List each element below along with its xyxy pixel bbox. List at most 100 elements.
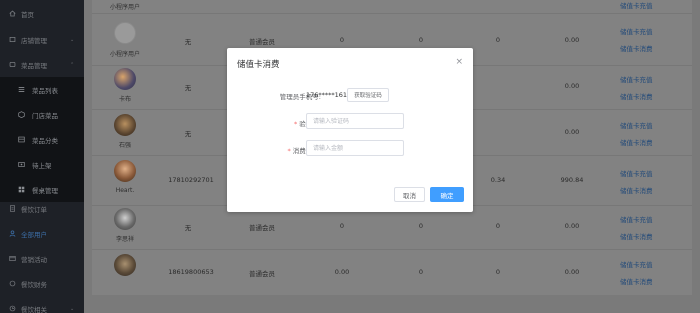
user-name: Heart. <box>115 187 135 194</box>
table-row: 李思祥 无 普通会员 0 0 0 0.00 储值卡充值 储值卡消费 <box>92 206 692 250</box>
admin-phone-value: 176*****1615 <box>306 91 352 99</box>
cell-value: 0 <box>418 222 424 230</box>
nav-pending-shelf[interactable]: 待上架 <box>0 152 84 177</box>
cell-value: 0 <box>495 222 501 230</box>
verification-code-input[interactable] <box>306 113 404 129</box>
required-mark: * <box>294 120 298 128</box>
cell-value: 0.00 <box>564 128 580 136</box>
consume-link[interactable]: 储值卡消费 <box>620 43 653 53</box>
get-code-button[interactable]: 获取验证码 <box>347 88 389 102</box>
nav-orders-label: 餐饮订单 <box>21 205 47 214</box>
avatar <box>114 208 136 230</box>
table-row: 小程序用户 储值卡充值 <box>92 0 692 14</box>
store-icon <box>9 36 16 43</box>
nav-home[interactable]: 首页 <box>0 1 84 26</box>
amount-input[interactable] <box>306 140 404 156</box>
order-icon <box>9 205 16 212</box>
cell-value: 0 <box>495 36 501 44</box>
user-icon <box>9 230 16 237</box>
cell-value: 0 <box>339 36 345 44</box>
nav-store-dishes[interactable]: 门店菜品 <box>0 102 84 127</box>
nav-finance-label: 餐饮财务 <box>21 280 47 289</box>
consume-link[interactable]: 储值卡消费 <box>620 185 653 195</box>
confirm-button[interactable]: 确定 <box>430 187 464 202</box>
user-phone: 无 <box>184 38 192 46</box>
home-icon <box>9 10 16 17</box>
user-phone: 无 <box>184 84 192 92</box>
user-name: 卡布 <box>118 96 131 103</box>
user-name: 李思祥 <box>115 236 134 243</box>
table-row: 18619800653 普通会员 0.00 0 0 0.00 储值卡充值 储值卡… <box>92 250 692 295</box>
user-name: 小程序用户 <box>109 51 140 58</box>
member-level: 普通会员 <box>249 270 275 278</box>
chevron-up-icon: ⌃ <box>70 61 75 68</box>
nav-all-users[interactable]: 全部用户 <box>0 221 84 246</box>
avatar <box>114 114 136 136</box>
nav-finance[interactable]: 餐饮财务 <box>0 271 84 296</box>
recharge-link[interactable]: 储值卡充值 <box>620 259 653 269</box>
marketing-icon <box>9 255 16 262</box>
cell-value: 0 <box>418 268 424 276</box>
user-name: 小程序用户 <box>109 4 140 11</box>
nav-orders[interactable]: 餐饮订单 <box>0 196 84 221</box>
avatar <box>114 68 136 90</box>
nav-dish-category-label: 菜品分类 <box>32 136 58 145</box>
nav-marketing-label: 营销活动 <box>21 255 47 264</box>
member-level: 普通会员 <box>249 224 275 232</box>
nav-dish-list-label: 菜品列表 <box>32 86 58 95</box>
cancel-button[interactable]: 取消 <box>394 187 425 202</box>
avatar <box>114 22 136 44</box>
category-icon <box>18 136 25 143</box>
nav-dish-management[interactable]: 菜品管理 ⌃ <box>0 52 84 77</box>
sidebar: 首页 店铺管理 ⌄ 菜品管理 ⌃ 菜品列表 门店菜品 菜品分类 待上架 餐桌管理… <box>0 0 84 313</box>
cell-value: 990.84 <box>560 176 584 184</box>
nav-store-management[interactable]: 店铺管理 ⌄ <box>0 27 84 52</box>
recharge-link[interactable]: 储值卡充值 <box>620 74 653 84</box>
chevron-down-icon: ⌄ <box>70 305 75 312</box>
cell-value: 0.34 <box>490 176 506 184</box>
nav-all-users-label: 全部用户 <box>21 230 47 239</box>
cell-value: 0 <box>339 222 345 230</box>
nav-dish-list[interactable]: 菜品列表 <box>0 77 84 102</box>
consume-link[interactable]: 储值卡消费 <box>620 137 653 147</box>
consume-link[interactable]: 储值卡消费 <box>620 276 653 286</box>
nav-related-label: 餐饮相关 <box>21 305 47 313</box>
cell-value: 0 <box>495 268 501 276</box>
cube-icon <box>18 111 25 118</box>
user-phone: 17810292701 <box>168 176 214 184</box>
shelf-icon <box>18 161 25 168</box>
recharge-link[interactable]: 储值卡充值 <box>620 120 653 130</box>
recharge-link[interactable]: 储值卡充值 <box>620 0 653 10</box>
dialog-title: 储值卡消费 <box>237 60 280 70</box>
nav-dish-category[interactable]: 菜品分类 <box>0 127 84 152</box>
consume-link[interactable]: 储值卡消费 <box>620 91 653 101</box>
user-phone: 无 <box>184 224 192 232</box>
stored-card-consume-dialog: 储值卡消费 × 管理员手机号: 176*****1615 获取验证码 *验证码:… <box>227 48 473 212</box>
list-icon <box>18 86 25 93</box>
recharge-link[interactable]: 储值卡充值 <box>620 214 653 224</box>
nav-related[interactable]: 餐饮相关 ⌄ <box>0 296 84 313</box>
cell-value: 0.00 <box>564 268 580 276</box>
user-name: 石强 <box>118 142 131 149</box>
consume-link[interactable]: 储值卡消费 <box>620 231 653 241</box>
nav-dish-label: 菜品管理 <box>21 61 47 70</box>
recharge-link[interactable]: 储值卡充值 <box>620 168 653 178</box>
cell-value: 0.00 <box>334 268 350 276</box>
close-icon[interactable]: × <box>455 57 463 67</box>
recharge-link[interactable]: 储值卡充值 <box>620 26 653 36</box>
user-phone: 无 <box>184 130 192 138</box>
related-icon <box>9 305 16 312</box>
nav-marketing[interactable]: 营销活动 <box>0 246 84 271</box>
nav-home-label: 首页 <box>21 10 34 19</box>
finance-icon <box>9 280 16 287</box>
avatar <box>114 254 136 276</box>
avatar <box>114 160 136 182</box>
chevron-down-icon: ⌄ <box>70 36 75 43</box>
nav-store-dishes-label: 门店菜品 <box>32 111 58 120</box>
dish-icon <box>9 61 16 68</box>
cell-value: 0.00 <box>564 36 580 44</box>
table-icon <box>18 186 25 193</box>
cell-value: 0.00 <box>564 222 580 230</box>
nav-store-label: 店铺管理 <box>21 36 47 45</box>
cell-value: 0 <box>418 36 424 44</box>
